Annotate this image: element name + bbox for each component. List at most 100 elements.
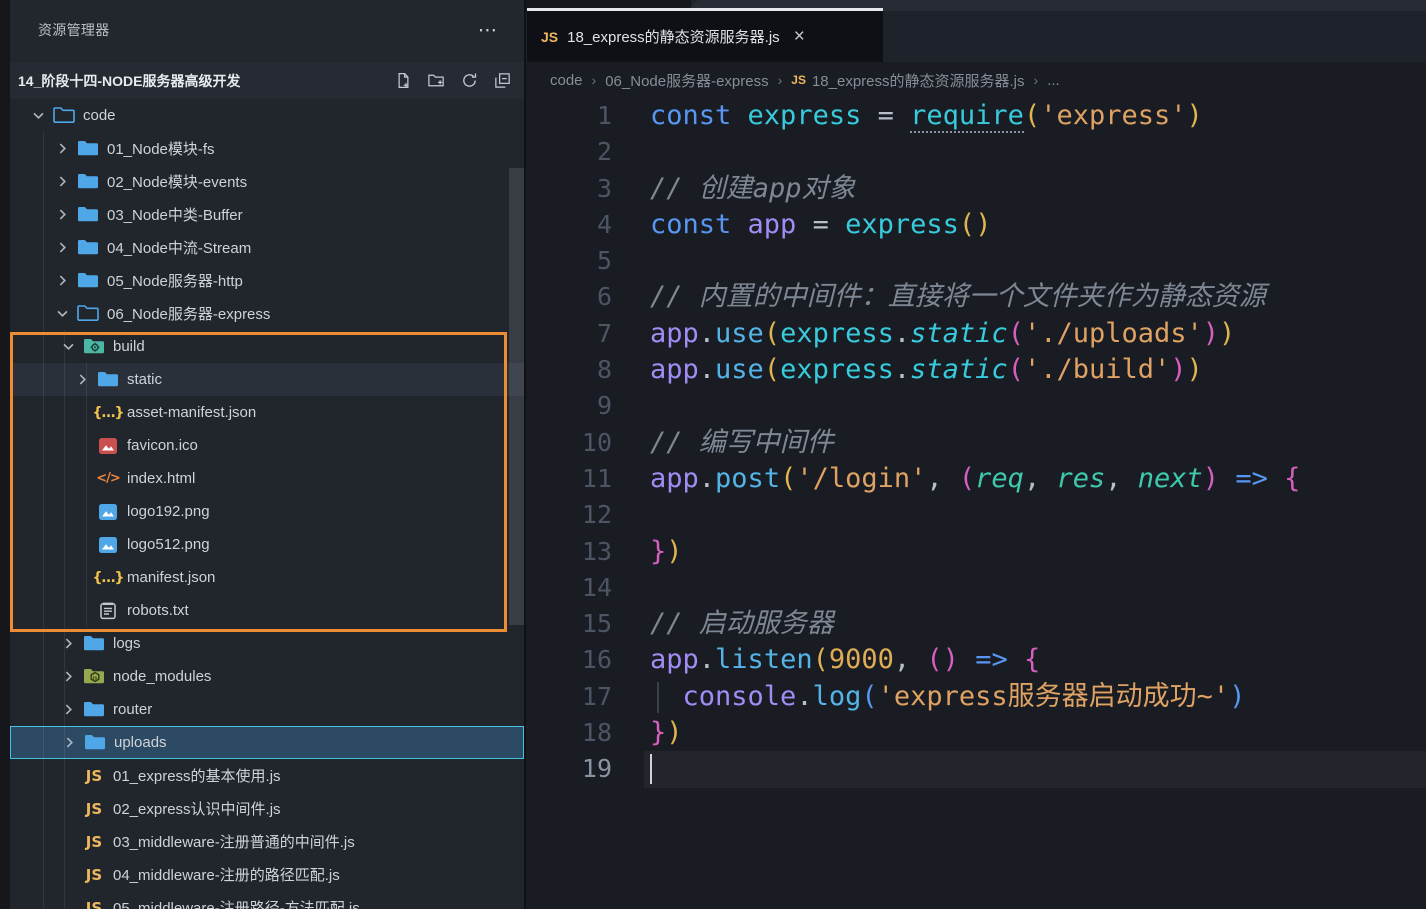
collapse-all-icon[interactable] bbox=[492, 71, 512, 91]
chevron-down-icon[interactable] bbox=[56, 338, 80, 355]
folder-icon bbox=[80, 634, 108, 653]
image-blue-icon bbox=[94, 502, 122, 522]
chevron-separator-icon: › bbox=[778, 72, 783, 88]
tree-item-04-middleware-js[interactable]: JS04_middleware-注册的路径匹配.js bbox=[10, 858, 524, 891]
tree-item-label: 01_express的基本使用.js bbox=[113, 765, 281, 786]
code-line-10[interactable]: 10 // 编写中间件 bbox=[526, 425, 1426, 461]
chevron-right-icon[interactable] bbox=[56, 701, 80, 718]
tree-item-label: 04_Node中流-Stream bbox=[107, 237, 251, 258]
code-line-7[interactable]: 7 app.use(express.static('./uploads')) bbox=[526, 316, 1426, 352]
tree-item-01-node-fs[interactable]: 01_Node模块-fs bbox=[10, 132, 524, 165]
code-text: // 编写中间件 bbox=[650, 425, 834, 461]
chevron-right-icon[interactable] bbox=[50, 239, 74, 256]
tree-item-01-express-js[interactable]: JS01_express的基本使用.js bbox=[10, 759, 524, 792]
code-line-4[interactable]: 4const app = express() bbox=[526, 207, 1426, 243]
sidebar-scrollbar[interactable] bbox=[509, 168, 524, 625]
tree-item-05-middleware-js[interactable]: JS05_middleware-注册路径-方法匹配.js bbox=[10, 891, 524, 909]
code-line-19[interactable]: 19 bbox=[526, 751, 1426, 787]
code-text: app.listen(9000, () => { bbox=[650, 642, 1040, 678]
new-file-icon[interactable] bbox=[393, 71, 413, 91]
chevron-right-icon[interactable] bbox=[50, 173, 74, 190]
code-line-1[interactable]: 1const express = require('express') bbox=[526, 98, 1426, 134]
code-line-13[interactable]: 13}) bbox=[526, 534, 1426, 570]
tree-item-index-html[interactable]: </>index.html bbox=[10, 462, 524, 495]
refresh-icon[interactable] bbox=[459, 71, 479, 91]
json-icon: {…} bbox=[94, 570, 122, 586]
chevron-right-icon[interactable] bbox=[50, 206, 74, 223]
folder-open-icon bbox=[74, 304, 102, 323]
chevron-right-icon[interactable] bbox=[56, 635, 80, 652]
code-line-3[interactable]: 3// 创建app对象 bbox=[526, 171, 1426, 207]
indent-guide bbox=[64, 330, 65, 909]
code-line-16[interactable]: 16app.listen(9000, () => { bbox=[526, 642, 1426, 678]
folder-build-icon bbox=[80, 337, 108, 356]
chevron-right-icon[interactable] bbox=[56, 668, 80, 685]
tree-item-label: static bbox=[127, 371, 162, 388]
tree-item-static[interactable]: static bbox=[10, 363, 524, 396]
code-line-8[interactable]: 8app.use(express.static('./build')) bbox=[526, 352, 1426, 388]
close-icon[interactable]: × bbox=[794, 27, 805, 46]
code-line-15[interactable]: 15// 启动服务器 bbox=[526, 606, 1426, 642]
chevron-down-icon[interactable] bbox=[26, 107, 50, 124]
tree-item-router[interactable]: router bbox=[10, 693, 524, 726]
code-text: app.use(express.static('./uploads')) bbox=[650, 316, 1235, 352]
chevron-right-icon[interactable] bbox=[50, 140, 74, 157]
breadcrumb-item-folder[interactable]: 06_Node服务器-express bbox=[605, 70, 768, 91]
js-icon: JS bbox=[80, 800, 108, 818]
tree-item-robots-txt[interactable]: robots.txt bbox=[10, 594, 524, 627]
tree-item-06-node-express[interactable]: 06_Node服务器-express bbox=[10, 297, 524, 330]
tree-item-05-node-http[interactable]: 05_Node服务器-http bbox=[10, 264, 524, 297]
js-file-icon: JS bbox=[541, 29, 558, 45]
code-line-17[interactable]: 17 console.log('express服务器启动成功~') bbox=[526, 679, 1426, 715]
chevron-separator-icon: › bbox=[592, 72, 597, 88]
tree-item-label: 02_Node模块-events bbox=[107, 171, 247, 192]
tree-item-node-modules[interactable]: js node_modules bbox=[10, 660, 524, 693]
tree-item-label: 03_Node中类-Buffer bbox=[107, 204, 243, 225]
tree-item-asset-manifest-json[interactable]: {…}asset-manifest.json bbox=[10, 396, 524, 429]
tree-item-uploads[interactable]: uploads bbox=[10, 726, 524, 759]
folder-icon bbox=[74, 205, 102, 224]
tree-item-build[interactable]: build bbox=[10, 330, 524, 363]
tree-item-code[interactable]: code bbox=[10, 99, 524, 132]
breadcrumb-item-file[interactable]: 18_express的静态资源服务器.js bbox=[812, 70, 1025, 91]
tab-bar: JS 18_express的静态资源服务器.js × bbox=[526, 0, 1426, 62]
line-number: 10 bbox=[526, 425, 612, 461]
breadcrumb-item-symbol[interactable]: ... bbox=[1047, 72, 1060, 89]
new-folder-icon[interactable] bbox=[426, 71, 446, 91]
tree-item-logo512-png[interactable]: logo512.png bbox=[10, 528, 524, 561]
tree-item-02-node-events[interactable]: 02_Node模块-events bbox=[10, 165, 524, 198]
line-number: 13 bbox=[526, 534, 612, 570]
code-line-9[interactable]: 9 bbox=[526, 388, 1426, 424]
code-line-2[interactable]: 2 bbox=[526, 134, 1426, 170]
chevron-down-icon[interactable] bbox=[50, 305, 74, 322]
chevron-right-icon[interactable] bbox=[70, 371, 94, 388]
tree-item-favicon-ico[interactable]: favicon.ico bbox=[10, 429, 524, 462]
code-line-12[interactable]: 12 bbox=[526, 497, 1426, 533]
tree-item-03-node-buffer[interactable]: 03_Node中类-Buffer bbox=[10, 198, 524, 231]
line-number: 1 bbox=[526, 98, 612, 134]
tree-item-label: logo512.png bbox=[127, 536, 210, 553]
line-number: 7 bbox=[526, 316, 612, 352]
code-line-5[interactable]: 5 bbox=[526, 243, 1426, 279]
chevron-separator-icon: › bbox=[1034, 72, 1039, 88]
activity-bar-edge bbox=[0, 0, 10, 909]
breadcrumb-item-code[interactable]: code bbox=[550, 72, 583, 89]
tree-item-logs[interactable]: logs bbox=[10, 627, 524, 660]
tree-item-02-express-js[interactable]: JS02_express认识中间件.js bbox=[10, 792, 524, 825]
chevron-right-icon[interactable] bbox=[50, 272, 74, 289]
folder-node-icon: js bbox=[80, 667, 108, 686]
code-line-18[interactable]: 18}) bbox=[526, 715, 1426, 751]
code-view[interactable]: 1const express = require('express')23// … bbox=[526, 98, 1426, 909]
chevron-right-icon[interactable] bbox=[57, 734, 81, 751]
code-line-11[interactable]: 11app.post('/login', (req, res, next) =>… bbox=[526, 461, 1426, 497]
tree-item-04-node-stream[interactable]: 04_Node中流-Stream bbox=[10, 231, 524, 264]
workspace-section-header[interactable]: 14_阶段十四-NODE服务器高级开发 bbox=[10, 62, 524, 99]
tree-item-logo192-png[interactable]: logo192.png bbox=[10, 495, 524, 528]
code-line-14[interactable]: 14 bbox=[526, 570, 1426, 606]
tree-item-manifest-json[interactable]: {…}manifest.json bbox=[10, 561, 524, 594]
code-line-6[interactable]: 6// 内置的中间件：直接将一个文件夹作为静态资源 bbox=[526, 279, 1426, 315]
more-actions-icon[interactable]: ⋯ bbox=[478, 19, 498, 42]
tree-item-label: node_modules bbox=[113, 668, 211, 685]
tab-active-file[interactable]: JS 18_express的静态资源服务器.js × bbox=[527, 8, 883, 62]
tree-item-03-middleware-js[interactable]: JS03_middleware-注册普通的中间件.js bbox=[10, 825, 524, 858]
